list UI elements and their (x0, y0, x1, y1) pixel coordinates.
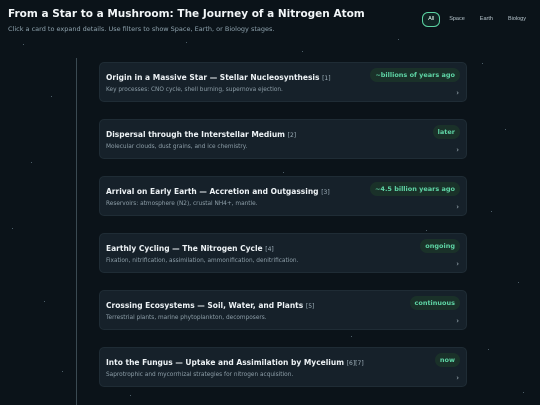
card-title: Earthly Cycling — The Nitrogen Cycle [4] (106, 244, 274, 253)
card-reference: [4] (265, 246, 274, 253)
timeline-card-stellar-origin[interactable]: Origin in a Massive Star — Stellar Nucle… (99, 62, 467, 102)
card-title: Arrival on Early Earth — Accretion and O… (106, 187, 330, 196)
chevron-right-icon[interactable]: › (456, 147, 459, 154)
page-header: From a Star to a Mushroom: The Journey o… (8, 8, 365, 33)
filter-space-button[interactable]: Space (443, 12, 471, 27)
card-time-badge: now (434, 353, 460, 367)
chevron-right-icon[interactable]: › (456, 90, 459, 97)
chevron-right-icon[interactable]: › (456, 261, 459, 268)
card-title: Dispersal through the Interstellar Mediu… (106, 130, 297, 139)
card-time-badge: ~4.5 billion years ago (369, 182, 460, 196)
chevron-right-icon[interactable]: › (456, 375, 459, 382)
card-description: Saprotrophic and mycorrhizal strategies … (106, 372, 294, 378)
card-time-badge: ongoing (420, 239, 460, 253)
chevron-right-icon[interactable]: › (456, 204, 459, 211)
page-subtitle: Click a card to expand details. Use filt… (8, 25, 275, 33)
card-description: Molecular clouds, dust grains, and ice c… (106, 144, 248, 150)
timeline-card-ecosystems[interactable]: Crossing Ecosystems — Soil, Water, and P… (99, 290, 467, 330)
timeline-card-interstellar-medium[interactable]: Dispersal through the Interstellar Mediu… (99, 119, 467, 159)
card-title: Into the Fungus — Uptake and Assimilatio… (106, 358, 364, 367)
card-description: Terrestrial plants, marine phytoplankton… (106, 315, 267, 321)
timeline-card-early-earth[interactable]: Arrival on Early Earth — Accretion and O… (99, 176, 467, 216)
card-title: Crossing Ecosystems — Soil, Water, and P… (106, 301, 315, 310)
card-reference: [3] (321, 189, 330, 196)
card-reference: [1] (322, 75, 331, 82)
filter-biology-button[interactable]: Biology (502, 12, 532, 27)
card-description: Key processes: CNO cycle, shell burning,… (106, 87, 283, 93)
timeline-line (76, 58, 77, 405)
card-reference: [6][7] (346, 360, 364, 367)
card-time-badge: ~billions of years ago (370, 68, 460, 82)
filter-all-button[interactable]: All (422, 12, 441, 27)
page-title: From a Star to a Mushroom: The Journey o… (8, 8, 365, 20)
card-reference: [5] (305, 303, 315, 310)
card-description: Reservoirs: atmosphere (N2), crustal NH4… (106, 201, 258, 207)
card-reference: [2] (287, 132, 297, 139)
card-description: Fixation, nitrification, assimilation, a… (106, 258, 299, 264)
card-title: Origin in a Massive Star — Stellar Nucle… (106, 73, 331, 82)
timeline-card-fungus[interactable]: Into the Fungus — Uptake and Assimilatio… (99, 347, 467, 387)
timeline-card-nitrogen-cycle[interactable]: Earthly Cycling — The Nitrogen Cycle [4]… (99, 233, 467, 273)
filter-earth-button[interactable]: Earth (474, 12, 499, 27)
filter-bar: All Space Earth Biology (422, 12, 532, 27)
card-time-badge: continuous (409, 296, 460, 310)
card-time-badge: later (432, 125, 460, 139)
chevron-right-icon[interactable]: › (456, 318, 459, 325)
